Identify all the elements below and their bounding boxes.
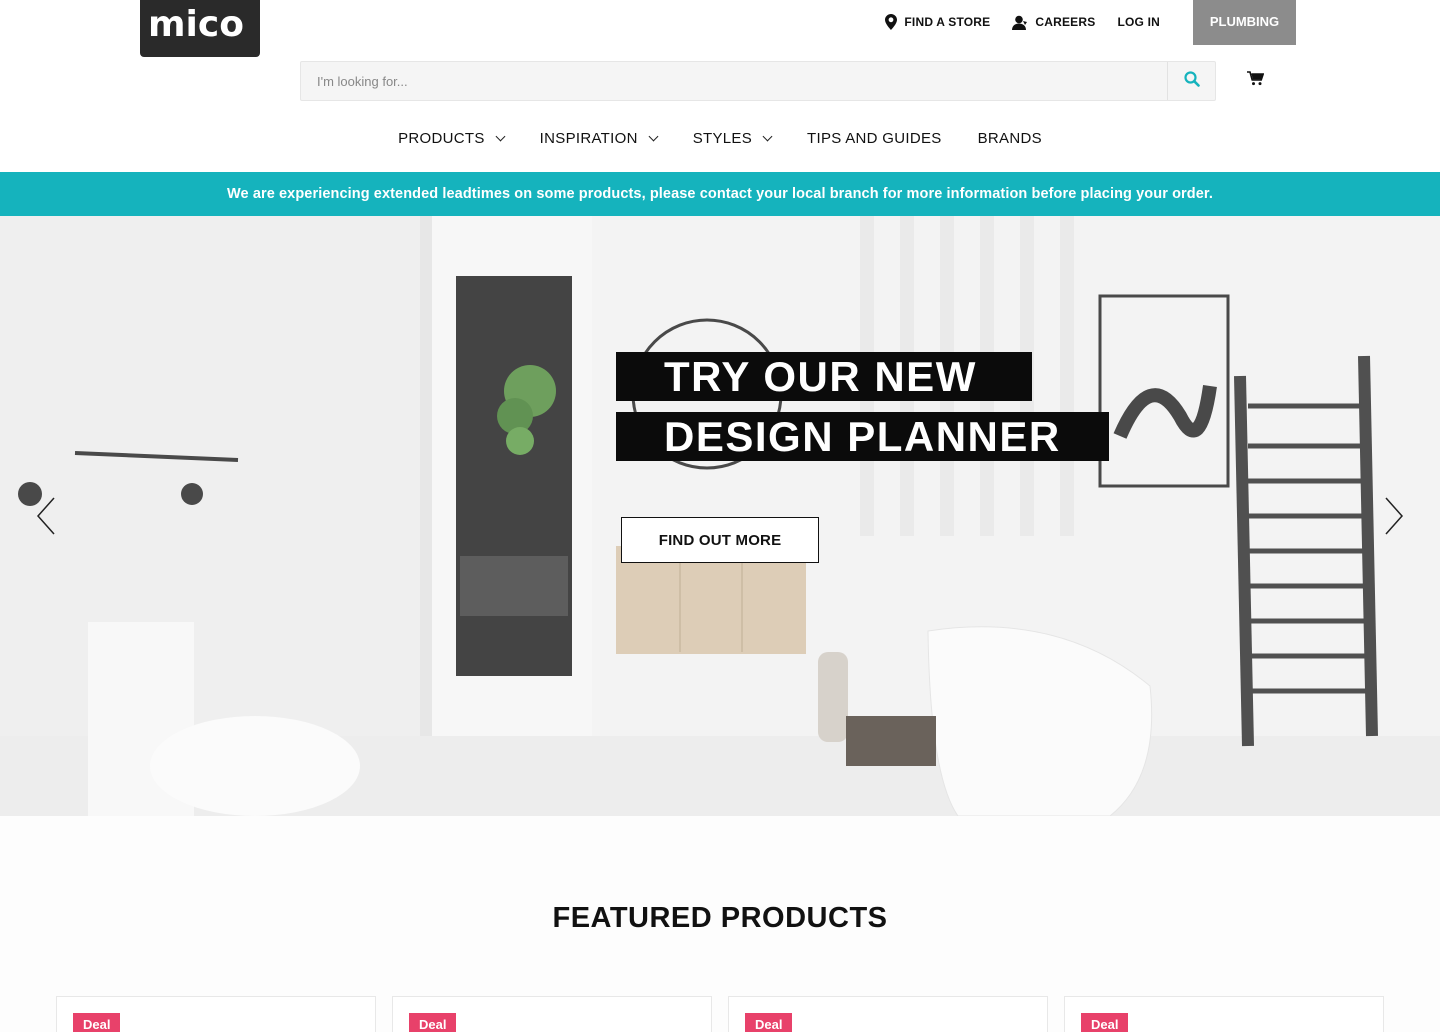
nav-styles[interactable]: STYLES: [692, 130, 773, 147]
search-icon: [1183, 70, 1200, 92]
nav-tips-and-guides[interactable]: TIPS AND GUIDES: [807, 130, 942, 147]
nav-products-label: PRODUCTS: [398, 130, 485, 147]
leadtime-notice-banner: We are experiencing extended leadtimes o…: [0, 172, 1440, 216]
careers-link[interactable]: CAREERS: [1012, 15, 1095, 30]
carousel-prev-button[interactable]: [28, 496, 68, 536]
hero-headline-line2: DESIGN PLANNER: [616, 412, 1109, 461]
product-card[interactable]: Deal: [728, 996, 1048, 1032]
product-card[interactable]: Deal: [1064, 996, 1384, 1032]
person-icon: [1012, 15, 1028, 30]
chevron-down-icon: [648, 131, 659, 142]
find-out-more-button[interactable]: FIND OUT MORE: [621, 517, 819, 563]
nav-styles-label: STYLES: [692, 130, 753, 147]
bathroom-hero-image: [0, 216, 1440, 816]
search-bar: [300, 61, 1216, 101]
chevron-left-icon: [28, 497, 68, 540]
find-a-store-label: FIND A STORE: [904, 15, 991, 29]
logo-text: mico: [148, 4, 244, 45]
featured-products-title: FEATURED PRODUCTS: [552, 902, 888, 934]
carousel-next-button[interactable]: [1374, 496, 1414, 536]
cart-button[interactable]: [1247, 71, 1265, 91]
plumbing-division-button[interactable]: PLUMBING: [1193, 0, 1296, 45]
chevron-down-icon: [495, 131, 506, 142]
deal-badge: Deal: [409, 1013, 457, 1032]
nav-brands[interactable]: BRANDS: [978, 130, 1042, 147]
hero-carousel: TRY OUR NEW DESIGN PLANNER FIND OUT MORE: [0, 216, 1440, 816]
nav-brands-label: BRANDS: [977, 130, 1042, 147]
product-card[interactable]: Deal: [392, 996, 712, 1032]
cart-icon: [1247, 71, 1265, 90]
product-card-list: Deal Deal Deal Deal: [56, 996, 1384, 1032]
mico-logo[interactable]: mico: [140, 0, 260, 57]
main-navigation: PRODUCTS INSPIRATION STYLES TIPS AND GUI…: [0, 130, 1440, 147]
product-card[interactable]: Deal: [56, 996, 376, 1032]
nav-products[interactable]: PRODUCTS: [398, 130, 506, 147]
careers-label: CAREERS: [1035, 15, 1096, 29]
deal-badge: Deal: [73, 1013, 121, 1032]
nav-tips-and-guides-label: TIPS AND GUIDES: [807, 130, 942, 147]
find-a-store-link[interactable]: FIND A STORE: [885, 14, 990, 30]
nav-inspiration[interactable]: INSPIRATION: [539, 130, 659, 147]
chevron-down-icon: [762, 131, 773, 142]
search-button[interactable]: [1167, 62, 1215, 100]
deal-badge: Deal: [745, 1013, 793, 1032]
location-pin-icon: [885, 14, 898, 30]
deal-badge: Deal: [1081, 1013, 1129, 1032]
hero-headline-line1: TRY OUR NEW: [616, 352, 1032, 401]
site-header: mico FIND A STORE CAREERS LOG IN PLUMBIN…: [0, 0, 1440, 172]
log-in-link[interactable]: LOG IN: [1117, 15, 1160, 29]
featured-products-section: FEATURED PRODUCTS Deal Deal Deal Deal: [0, 816, 1440, 1032]
nav-inspiration-label: INSPIRATION: [539, 130, 638, 147]
chevron-right-icon: [1374, 497, 1414, 540]
log-in-label: LOG IN: [1117, 15, 1160, 29]
utility-links: FIND A STORE CAREERS LOG IN: [885, 14, 1160, 30]
search-input[interactable]: [301, 62, 1167, 100]
